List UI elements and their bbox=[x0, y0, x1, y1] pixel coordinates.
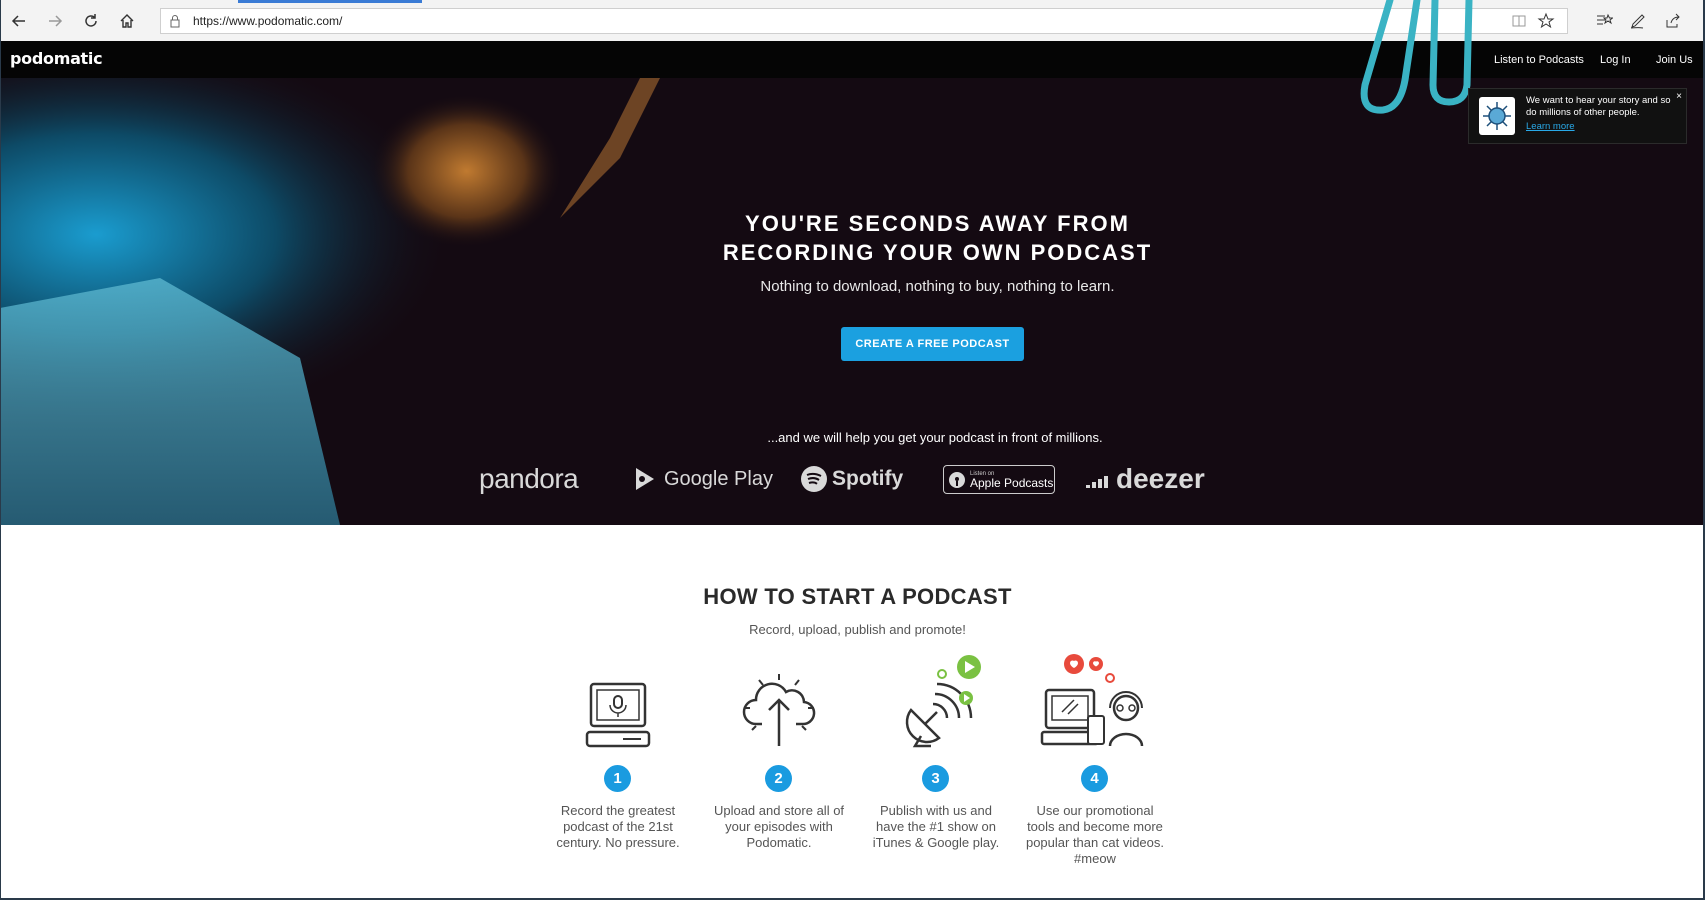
window-frame bbox=[0, 0, 1705, 900]
